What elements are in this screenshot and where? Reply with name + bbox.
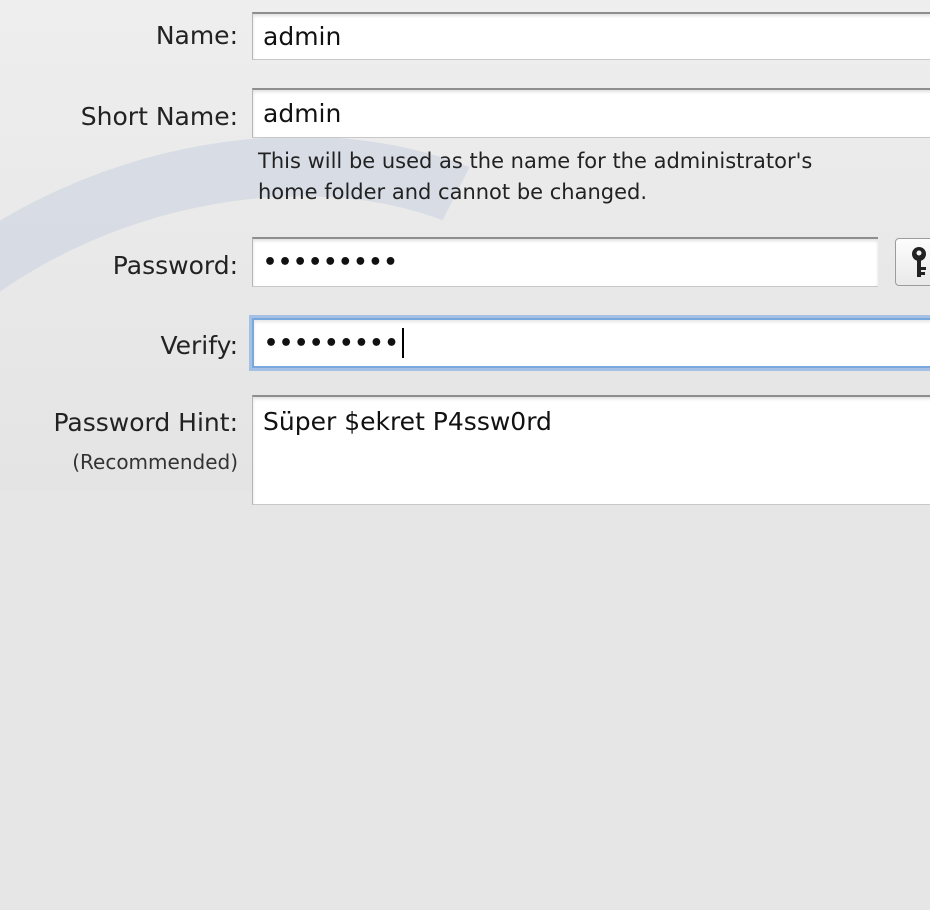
- short-name-help-line1: This will be used as the name for the ad…: [258, 149, 813, 173]
- password-value: •••••••••: [263, 250, 399, 275]
- verify-value: •••••••••: [264, 330, 400, 356]
- short-name-help: This will be used as the name for the ad…: [258, 146, 812, 208]
- name-label: Name:: [155, 21, 238, 50]
- password-label: Password:: [112, 251, 238, 280]
- name-value: admin: [263, 22, 342, 51]
- name-field[interactable]: admin: [252, 12, 930, 60]
- short-name-field[interactable]: admin: [252, 88, 930, 138]
- password-hint-value: Süper $ekret P4ssw0rd: [263, 407, 552, 436]
- key-icon: [912, 247, 926, 277]
- short-name-help-line2: home folder and cannot be changed.: [258, 180, 648, 204]
- short-name-value: admin: [263, 99, 342, 128]
- verify-label: Verify:: [160, 331, 238, 360]
- short-name-label: Short Name:: [80, 102, 238, 131]
- password-hint-sublabel: (Recommended): [72, 450, 238, 474]
- verify-field[interactable]: •••••••••: [252, 318, 930, 368]
- password-field[interactable]: •••••••••: [252, 237, 878, 287]
- password-hint-label: Password Hint:: [53, 408, 238, 437]
- password-assistant-button[interactable]: [895, 238, 930, 286]
- password-hint-field[interactable]: Süper $ekret P4ssw0rd: [252, 395, 930, 505]
- text-caret: [401, 328, 404, 358]
